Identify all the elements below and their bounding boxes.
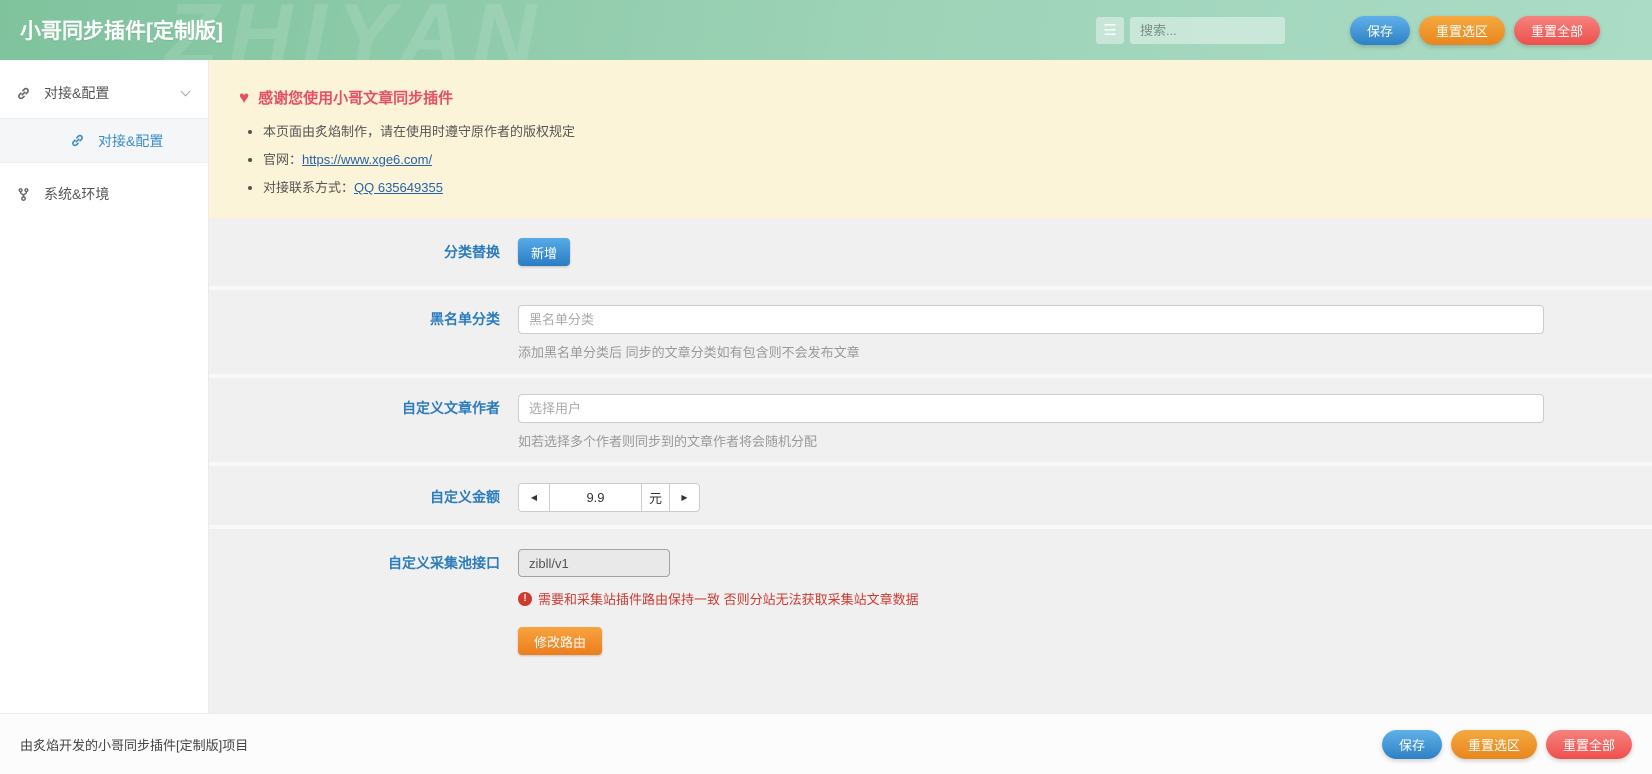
app-window: ZHIYAN 小哥同步插件[定制版] ☰ 保存 重置选区 重置全部 对接&配置	[0, 0, 1652, 774]
qq-contact-link[interactable]: QQ 635649355	[354, 180, 443, 195]
field-label: 自定义金额	[209, 483, 500, 525]
warning-message: 需要和采集站插件路由保持一致 否则分站无法获取采集站文章数据	[538, 589, 919, 608]
increment-button[interactable]: ▶	[669, 484, 699, 511]
form-row-author: 自定义文章作者 如若选择多个作者则同步到的文章作者将会随机分配	[209, 378, 1652, 466]
notice-item-text: 本页面由炙焰制作，请在使用时遵守原作者的版权规定	[263, 124, 575, 139]
body-wrap: 对接&配置 对接&配置	[0, 60, 1652, 713]
reset-all-button[interactable]: 重置全部	[1514, 16, 1600, 45]
sidebar-subitem-connect-config-active[interactable]: 对接&配置	[0, 118, 208, 163]
search-input[interactable]	[1130, 17, 1285, 44]
sidebar-item-label: 对接&配置	[44, 83, 109, 103]
link-icon	[16, 86, 31, 101]
amount-input[interactable]	[549, 484, 641, 511]
notice-title-text: 感谢您使用小哥文章同步插件	[258, 87, 453, 108]
add-category-button[interactable]: 新增	[518, 238, 570, 266]
blacklist-input[interactable]	[518, 305, 1544, 334]
expand-all-icon[interactable]: ☰	[1096, 17, 1124, 44]
link-icon	[70, 133, 85, 148]
sidebar-item-label: 系统&环境	[44, 184, 109, 204]
notice-item: 对接联系方式：QQ 635649355	[263, 177, 1622, 196]
warning-text: ! 需要和采集站插件路由保持一致 否则分站无法获取采集站文章数据	[518, 589, 1652, 608]
notice-panel: ♥ 感谢您使用小哥文章同步插件 本页面由炙焰制作，请在使用时遵守原作者的版权规定…	[209, 60, 1652, 218]
field-control: ◀ 元 ▶	[518, 483, 1652, 525]
notice-item-prefix: 官网：	[263, 152, 302, 167]
fork-icon	[16, 187, 31, 202]
notice-title: ♥ 感谢您使用小哥文章同步插件	[239, 87, 1622, 108]
decrement-button[interactable]: ◀	[519, 484, 549, 511]
amount-unit: 元	[641, 484, 669, 511]
field-label: 分类替换	[209, 242, 500, 262]
field-control: 添加黑名单分类后 同步的文章分类如有包含则不会发布文章	[518, 305, 1652, 374]
reset-selection-button-footer[interactable]: 重置选区	[1451, 730, 1537, 759]
main-content: ♥ 感谢您使用小哥文章同步插件 本页面由炙焰制作，请在使用时遵守原作者的版权规定…	[209, 60, 1652, 713]
api-route-input[interactable]	[518, 549, 670, 577]
chevron-down-icon	[181, 86, 191, 96]
form-row-blacklist: 黑名单分类 添加黑名单分类后 同步的文章分类如有包含则不会发布文章	[209, 290, 1652, 378]
form-row-amount: 自定义金额 ◀ 元 ▶	[209, 466, 1652, 529]
field-label: 自定义文章作者	[209, 394, 500, 462]
top-header: ZHIYAN 小哥同步插件[定制版] ☰ 保存 重置选区 重置全部	[0, 0, 1652, 60]
reset-all-button-footer[interactable]: 重置全部	[1546, 730, 1632, 759]
help-text: 添加黑名单分类后 同步的文章分类如有包含则不会发布文章	[518, 342, 1652, 361]
header-actions: ☰ 保存 重置选区 重置全部	[1096, 16, 1632, 45]
field-label: 自定义采集池接口	[209, 549, 500, 713]
heart-icon: ♥	[239, 88, 249, 108]
field-label: 黑名单分类	[209, 305, 500, 374]
amount-stepper: ◀ 元 ▶	[518, 483, 700, 512]
form-row-api-route: 自定义采集池接口 ! 需要和采集站插件路由保持一致 否则分站无法获取采集站文章数…	[209, 529, 1652, 713]
website-link[interactable]: https://www.xge6.com/	[302, 152, 432, 167]
save-button[interactable]: 保存	[1350, 16, 1410, 45]
form-row-category-replace: 分类替换 新增	[209, 218, 1652, 290]
field-control: 新增	[518, 238, 1652, 266]
exclamation-circle-icon: !	[518, 592, 532, 606]
footer: 由炙焰开发的小哥同步插件[定制版]项目 保存 重置选区 重置全部	[0, 713, 1652, 774]
reset-selection-button[interactable]: 重置选区	[1419, 16, 1505, 45]
sidebar-item-connect-config[interactable]: 对接&配置	[0, 76, 208, 110]
notice-item: 官网：https://www.xge6.com/	[263, 149, 1622, 168]
sidebar-subitem-label: 对接&配置	[98, 131, 163, 151]
footer-credit-text: 由炙焰开发的小哥同步插件[定制版]项目	[20, 735, 248, 754]
page-title: 小哥同步插件[定制版]	[20, 15, 223, 45]
sidebar: 对接&配置 对接&配置	[0, 60, 209, 713]
field-control: 如若选择多个作者则同步到的文章作者将会随机分配	[518, 394, 1652, 462]
author-select-input[interactable]	[518, 394, 1544, 423]
sidebar-item-system-env[interactable]: 系统&环境	[0, 177, 208, 211]
field-control: ! 需要和采集站插件路由保持一致 否则分站无法获取采集站文章数据 修改路由	[518, 549, 1652, 713]
help-text: 如若选择多个作者则同步到的文章作者将会随机分配	[518, 431, 1652, 450]
notice-list: 本页面由炙焰制作，请在使用时遵守原作者的版权规定 官网：https://www.…	[239, 121, 1622, 196]
modify-route-button[interactable]: 修改路由	[518, 627, 602, 655]
notice-item-prefix: 对接联系方式：	[263, 180, 354, 195]
save-button-footer[interactable]: 保存	[1382, 730, 1442, 759]
notice-item: 本页面由炙焰制作，请在使用时遵守原作者的版权规定	[263, 121, 1622, 140]
footer-actions: 保存 重置选区 重置全部	[1373, 730, 1632, 759]
